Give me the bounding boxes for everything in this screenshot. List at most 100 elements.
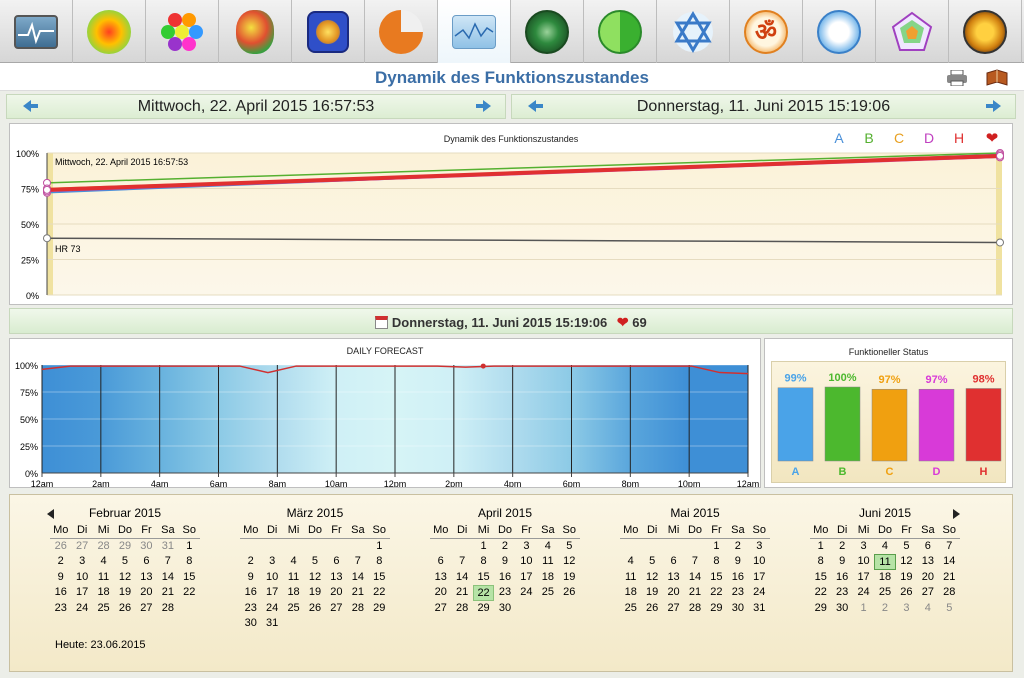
calendar-day[interactable]: 24	[516, 585, 537, 601]
calendar-day[interactable]: 1	[473, 539, 494, 555]
calendar-day[interactable]: 19	[641, 585, 662, 601]
calendar-day[interactable]: 1	[810, 539, 831, 555]
calendar-day[interactable]: 20	[136, 585, 157, 601]
calendar-day[interactable]: 25	[874, 585, 895, 601]
toolbar-button-hq[interactable]	[949, 0, 1022, 63]
calendar-day[interactable]: 8	[473, 554, 494, 570]
calendar-day[interactable]: 21	[157, 585, 178, 601]
calendar-day[interactable]: 15	[369, 570, 390, 586]
calendar-day[interactable]: 17	[261, 585, 282, 601]
calendar-day[interactable]: 21	[347, 585, 368, 601]
calendar-day[interactable]: 1	[706, 539, 727, 555]
calendar-day[interactable]: 5	[304, 554, 325, 570]
calendar-day[interactable]: 1	[179, 539, 200, 555]
toolbar-button-radar[interactable]	[876, 0, 949, 63]
calendar-day[interactable]: 18	[874, 570, 895, 586]
toolbar-button-om[interactable]: ॐ	[730, 0, 803, 63]
calendar-day[interactable]: 25	[283, 601, 304, 617]
calendar-day[interactable]: 6	[430, 554, 451, 570]
calendar-day[interactable]: 19	[304, 585, 325, 601]
calendar-day[interactable]: 31	[157, 539, 178, 555]
calendar-day[interactable]: 5	[559, 539, 580, 555]
calendar-day[interactable]: 4	[93, 554, 114, 570]
calendar-day[interactable]: 3	[516, 539, 537, 555]
toolbar-button-sun[interactable]	[73, 0, 146, 63]
calendar-day[interactable]: 11	[537, 554, 558, 570]
calendar-day[interactable]: 9	[240, 570, 261, 586]
calendar-day[interactable]: 5	[641, 554, 662, 570]
calendar-day[interactable]: 6	[136, 554, 157, 570]
calendar-day[interactable]: 15	[810, 570, 831, 586]
calendar-day[interactable]: 29	[706, 601, 727, 617]
calendar-day[interactable]: 24	[261, 601, 282, 617]
calendar-day[interactable]: 13	[917, 554, 938, 570]
calendar-day[interactable]: 20	[663, 585, 684, 601]
calendar-day[interactable]: 6	[326, 554, 347, 570]
calendar-day[interactable]: 14	[939, 554, 960, 570]
calendar-day[interactable]: 26	[50, 539, 71, 555]
calendar-day[interactable]: 28	[93, 539, 114, 555]
calendar-day[interactable]: 25	[537, 585, 558, 601]
calendar-day[interactable]: 18	[93, 585, 114, 601]
calendar-day[interactable]: 13	[430, 570, 451, 586]
calendar-day[interactable]: 1	[369, 539, 390, 555]
calendar-day[interactable]: 14	[157, 570, 178, 586]
calendar-day[interactable]: 28	[347, 601, 368, 617]
calendar-day[interactable]: 2	[50, 554, 71, 570]
functional-status-chart[interactable]: 99% A 100% B 97% C 97% D 98% H	[765, 339, 1012, 487]
calendar-day[interactable]: 12	[304, 570, 325, 586]
calendar-day[interactable]: 6	[917, 539, 938, 555]
calendar-day[interactable]: 18	[620, 585, 641, 601]
calendar-day[interactable]: 20	[430, 585, 451, 601]
calendar-day[interactable]: 13	[663, 570, 684, 586]
calendar-day[interactable]: 19	[896, 570, 917, 586]
toolbar-button-yinyang[interactable]	[584, 0, 657, 63]
calendar-day[interactable]: 23	[240, 601, 261, 617]
calendar-day[interactable]: 10	[749, 554, 770, 570]
calendar-day[interactable]: 23	[831, 585, 852, 601]
calendar-day[interactable]: 5	[939, 601, 960, 617]
calendar-day[interactable]: 4	[620, 554, 641, 570]
calendar-day[interactable]: 2	[831, 539, 852, 555]
calendar-day[interactable]: 30	[494, 601, 515, 617]
calendar-day[interactable]: 23	[727, 585, 748, 601]
calendar-day[interactable]: 4	[283, 554, 304, 570]
toolbar-button-brain-map[interactable]	[219, 0, 292, 63]
toolbar-button-pie[interactable]	[365, 0, 438, 63]
calendar-day[interactable]: 8	[706, 554, 727, 570]
calendar-day[interactable]: 2	[240, 554, 261, 570]
calendar-day[interactable]: 27	[663, 601, 684, 617]
calendar-day[interactable]: 2	[494, 539, 515, 555]
calendar-day[interactable]: 21	[684, 585, 705, 601]
calendar-day[interactable]: 9	[831, 554, 852, 570]
calendar-day[interactable]: 6	[663, 554, 684, 570]
calendar-day[interactable]: 19	[559, 570, 580, 586]
calendar-day[interactable]: 7	[684, 554, 705, 570]
calendar-day[interactable]: 10	[516, 554, 537, 570]
calendar-day[interactable]: 4	[917, 601, 938, 617]
calendar-day[interactable]: 23	[50, 601, 71, 617]
calendar-day[interactable]: 25	[620, 601, 641, 617]
calendar-day[interactable]: 15	[473, 570, 494, 586]
toolbar-button-hexagons[interactable]	[146, 0, 219, 63]
toolbar-button-mandala[interactable]	[292, 0, 365, 63]
calendar-day[interactable]: 9	[727, 554, 748, 570]
calendar-day[interactable]: 16	[50, 585, 71, 601]
calendar-day[interactable]: 27	[326, 601, 347, 617]
calendar-day[interactable]: 17	[516, 570, 537, 586]
calendar-day[interactable]: 10	[853, 554, 874, 570]
calendar-day[interactable]: 27	[71, 539, 92, 555]
calendar-day[interactable]: 21	[451, 585, 472, 601]
calendar-day[interactable]: 8	[179, 554, 200, 570]
calendar-day[interactable]: 29	[810, 601, 831, 617]
calendar-day[interactable]: 13	[136, 570, 157, 586]
calendar-day[interactable]: 8	[369, 554, 390, 570]
calendar-day[interactable]: 11	[283, 570, 304, 586]
calendar-day[interactable]: 7	[157, 554, 178, 570]
calendar-day[interactable]: 11	[93, 570, 114, 586]
calendar-day[interactable]: 20	[917, 570, 938, 586]
calendar-day[interactable]: 3	[896, 601, 917, 617]
calendar-day[interactable]: 5	[896, 539, 917, 555]
calendar-day[interactable]: 18	[283, 585, 304, 601]
calendar-day[interactable]: 10	[261, 570, 282, 586]
